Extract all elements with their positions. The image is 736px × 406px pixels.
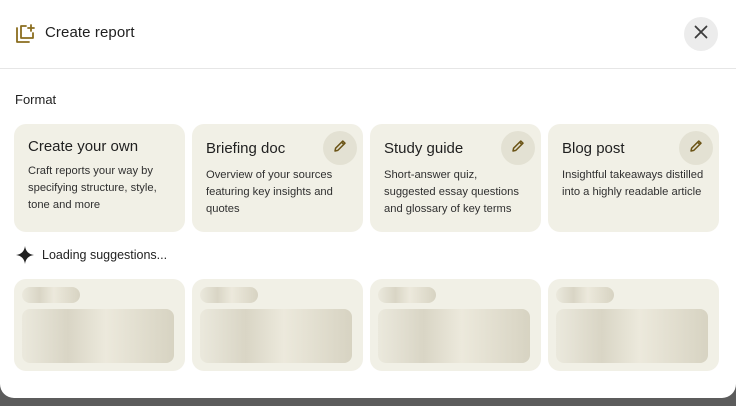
loading-suggestions-text: Loading suggestions... xyxy=(42,248,168,262)
suggestion-placeholder xyxy=(14,279,185,371)
dialog-title: Create report xyxy=(45,24,135,41)
card-title: Study guide xyxy=(384,140,464,157)
skeleton-line xyxy=(200,287,258,303)
card-title: Create your own xyxy=(28,138,139,155)
skeleton-block xyxy=(200,309,352,363)
suggestion-placeholder xyxy=(370,279,541,371)
pencil-icon xyxy=(510,138,526,159)
pencil-icon xyxy=(688,138,704,159)
skeleton-block xyxy=(22,309,174,363)
format-card-briefing-doc[interactable]: Briefing doc Overview of your sources fe… xyxy=(192,124,363,232)
card-title: Blog post xyxy=(562,140,625,157)
sparkle-icon xyxy=(15,245,35,270)
edit-briefing-doc-button[interactable] xyxy=(323,131,357,165)
edit-study-guide-button[interactable] xyxy=(501,131,535,165)
skeleton-line xyxy=(378,287,436,303)
skeleton-block xyxy=(556,309,708,363)
skeleton-block xyxy=(378,309,530,363)
dialog-header: Create report xyxy=(0,0,736,69)
format-card-blog-post[interactable]: Blog post Insightful takeaways distilled… xyxy=(548,124,719,232)
format-section-label: Format xyxy=(15,92,57,107)
create-report-icon xyxy=(14,23,36,45)
create-report-dialog: Create report Format Create your own Cra… xyxy=(0,0,736,398)
pencil-icon xyxy=(332,138,348,159)
format-card-create-your-own[interactable]: Create your own Craft reports your way b… xyxy=(14,124,185,232)
card-description: Overview of your sources featuring key i… xyxy=(206,169,333,215)
close-icon xyxy=(694,25,708,44)
close-button[interactable] xyxy=(684,17,718,51)
suggestion-placeholder xyxy=(192,279,363,371)
skeleton-line xyxy=(22,287,80,303)
format-card-study-guide[interactable]: Study guide Short-answer quiz, suggested… xyxy=(370,124,541,232)
suggestion-placeholder xyxy=(548,279,719,371)
card-description: Short-answer quiz, suggested essay quest… xyxy=(384,169,519,215)
card-description: Insightful takeaways distilled into a hi… xyxy=(562,169,704,198)
skeleton-line xyxy=(556,287,614,303)
edit-blog-post-button[interactable] xyxy=(679,131,713,165)
card-title: Briefing doc xyxy=(206,140,286,157)
card-description: Craft reports your way by specifying str… xyxy=(28,165,157,211)
